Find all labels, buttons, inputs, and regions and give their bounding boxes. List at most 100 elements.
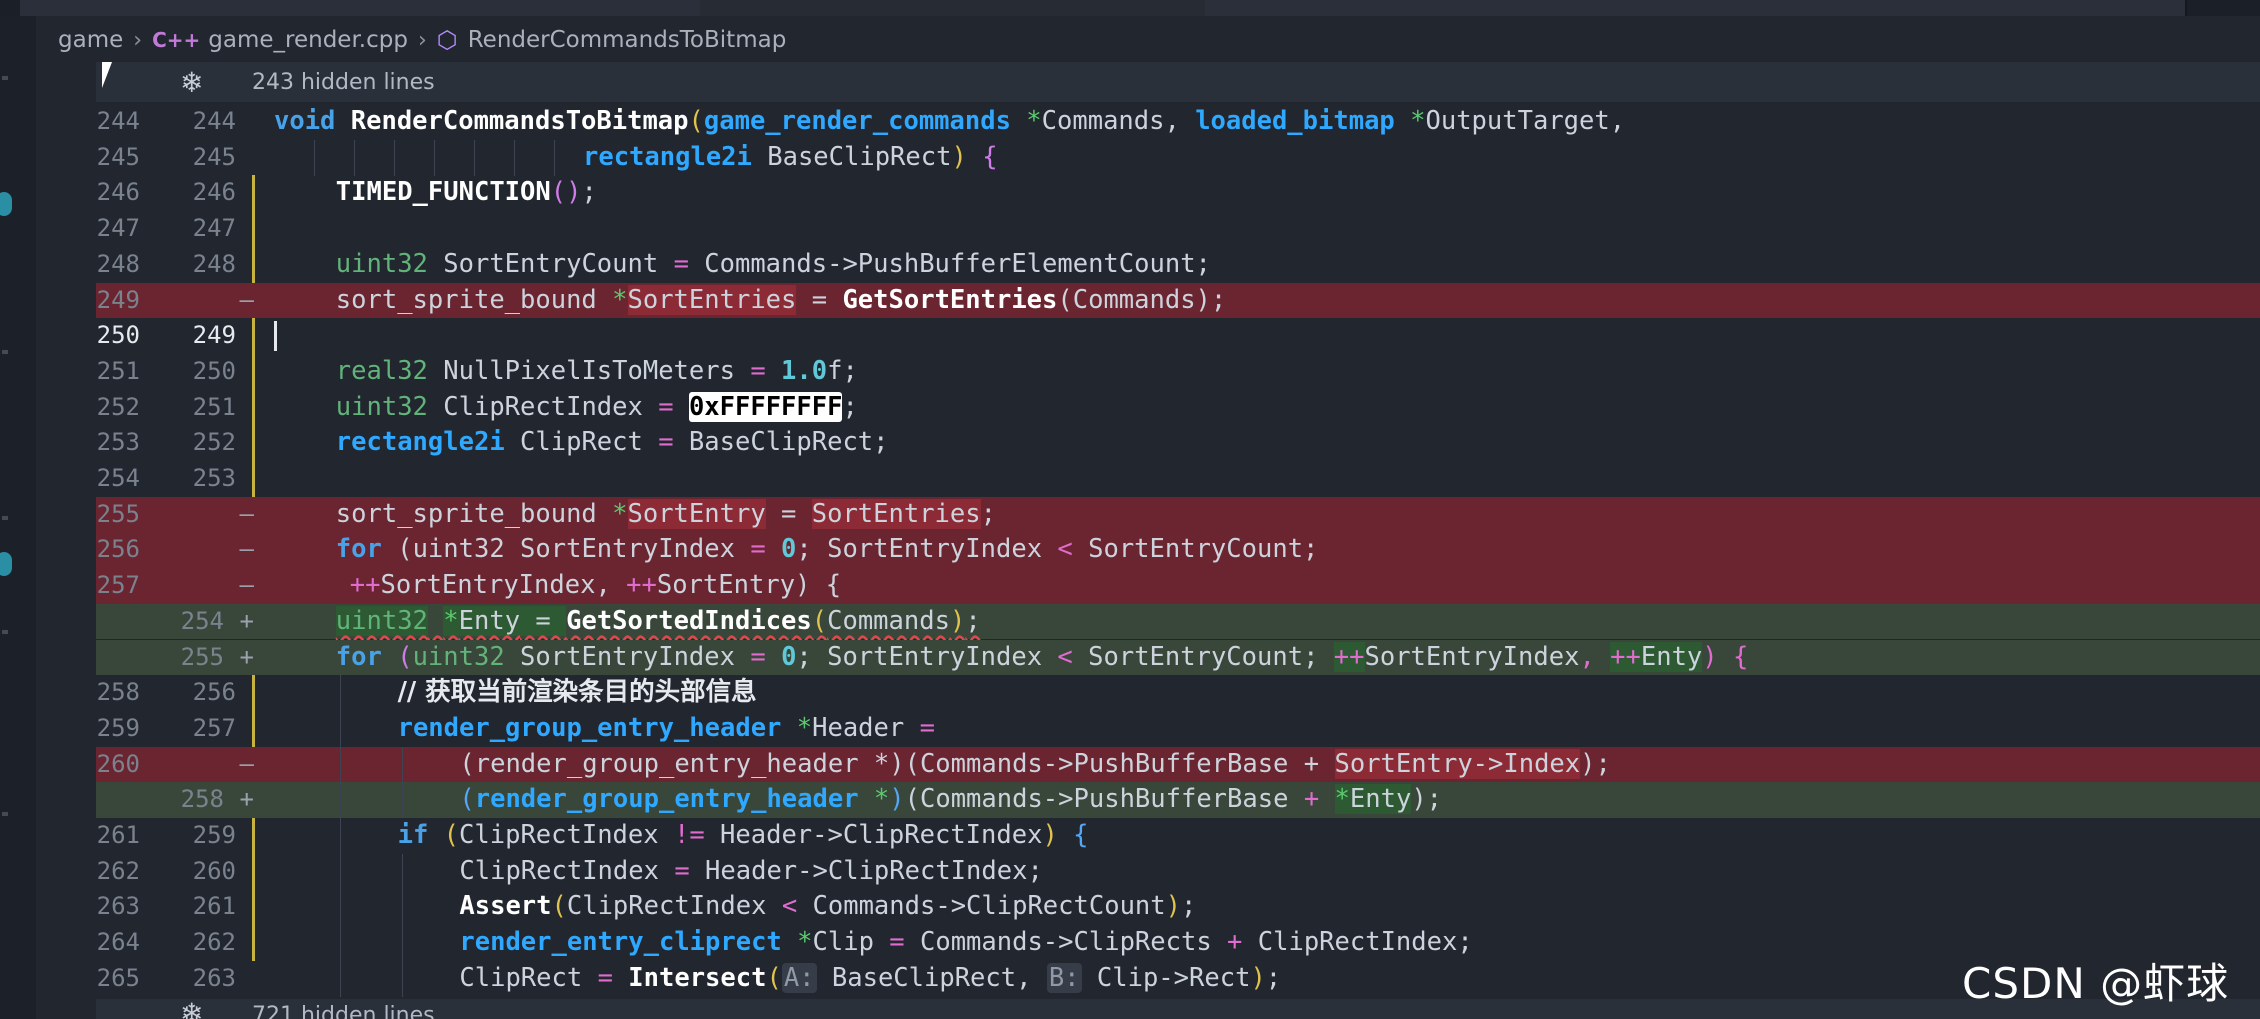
diff-line-added[interactable]: 255 + for (uint32 SortEntryIndex = 0; Sort… [96,639,2260,676]
code-text[interactable]: ++SortEntryIndex, ++SortEntry) { [350,568,841,604]
diff-line-added[interactable]: 258 + (render_group_entry_header *)(Comman… [96,782,2260,819]
new-line-number: 251 [192,392,236,421]
diff-line-deleted[interactable]: 255 — sort_sprite_bound *SortEntry = SortE… [96,496,2260,533]
diff-line[interactable]: 247 247 [96,211,2260,248]
code-text[interactable]: render_group_entry_header *Header = [398,711,935,747]
code-text[interactable]: uint32 ClipRectIndex = 0xFFFFFFFF; [336,390,858,426]
code-text[interactable]: uint32 *Enty = GetSortedIndices(Commands… [335,604,981,640]
new-line-number: 254 [180,606,224,635]
editor-tab[interactable] [1205,0,1532,16]
code-token: render_group_entry_header [474,784,859,815]
hidden-lines-bar-top[interactable]: ❄ 243 hidden lines [96,62,2260,102]
diff-line[interactable]: 259 257 render_group_entry_header *Header … [96,710,2260,747]
code-text[interactable]: (render_group_entry_header *)(Commands->… [459,782,1442,818]
diff-removed-marker: — [239,571,254,600]
code-token: = [597,962,613,993]
breadcrumb-file[interactable]: game_render.cpp [208,27,408,53]
code-text[interactable]: (render_group_entry_header *)(Commands->… [459,747,1611,783]
code-token: Intersect [628,962,767,993]
new-line-number: 259 [192,821,236,849]
diff-line[interactable]: 252 251 uint32 ClipRectIndex = 0xFFFFFFFF; [96,389,2260,426]
new-line-number: 244 [192,107,236,135]
diff-line[interactable]: 263 261 Assert(ClipRectIndex < Commands->C… [96,889,2260,926]
code-token: game_render_commands [703,106,1011,136]
code-text[interactable]: // 获取当前渲染条目的头部信息 [398,675,757,711]
indent-guide [354,139,355,176]
code-text[interactable]: uint32 SortEntryCount = Commands->PushBu… [336,247,1211,283]
diff-line-deleted[interactable]: 260 — (render_group_entry_header *)(Comman… [96,746,2260,783]
activity-badge-icon[interactable] [0,192,12,216]
diff-line[interactable]: 245 245 rectangle2i BaseClipRect) { [96,139,2260,176]
diff-line[interactable]: 253 252 rectangle2i ClipRect = BaseClipRec… [96,425,2260,462]
diff-line[interactable]: 262 260 ClipRectIndex = Header->ClipRectIn… [96,853,2260,890]
code-token: { [982,141,998,172]
old-line-number: 251 [96,356,140,385]
editor-tab[interactable] [1530,0,2012,16]
code-text[interactable]: real32 NullPixelIsToMeters = 1.0f; [336,354,858,390]
code-text[interactable]: for (uint32 SortEntryIndex = 0; SortEntr… [336,640,1748,676]
diff-line[interactable]: 254 253 [96,461,2260,497]
code-token: ; [1181,891,1197,922]
code-text[interactable]: ClipRect = Intersect(A: BaseClipRect, B:… [459,961,1281,997]
editor-tab[interactable] [200,0,702,16]
code-token: SortEntry->Index [1334,748,1581,779]
diff-line[interactable]: 265 263 ClipRect = Intersect(A: BaseClipRe… [96,960,2260,997]
diff-line[interactable]: 261 259 if (ClipRectIndex != Header->ClipR… [96,818,2260,854]
code-text[interactable]: void RenderCommandsToBitmap(game_render_… [274,104,1625,140]
code-token: ++ [349,570,381,601]
code-token: rectangle2i [583,141,752,172]
hidden-lines-label: 243 hidden lines [252,70,435,95]
editor-tab[interactable] [2010,0,2187,16]
editor-tab-active[interactable] [700,0,1207,16]
modified-gutter-bar [252,389,255,426]
diff-line-added[interactable]: 254 + uint32 *Enty = GetSortedIndices(Comm… [96,603,2260,640]
expand-fold-icon[interactable]: ❄ [180,66,203,99]
diff-line[interactable]: 250 249 [96,318,2260,355]
code-text[interactable]: if (ClipRectIndex != Header->ClipRectInd… [398,818,1089,854]
diff-line-deleted[interactable]: 257— ++SortEntryIndex, ++SortEntry) { [96,568,2260,604]
modified-gutter-bar [252,853,255,890]
hidden-lines-bar-bottom[interactable]: ❄ 721 hidden lines [96,997,2260,1019]
code-text[interactable]: sort_sprite_bound *SortEntry = SortEntri… [336,497,996,533]
code-text[interactable]: Assert(ClipRectIndex < Commands->ClipRec… [459,889,1196,925]
diff-editor[interactable]: 244 244 void RenderCommandsToBitmap(game_r… [96,104,2260,1000]
code-text[interactable]: sort_sprite_bound *SortEntries = GetSort… [336,283,1226,319]
activity-badge-icon[interactable] [0,552,12,576]
editor-tab[interactable] [20,0,202,16]
indent-guide [401,782,403,819]
new-line-number: 249 [192,321,236,350]
diff-line[interactable]: 258 256 // 获取当前渲染条目的头部信息 [96,675,2260,712]
breadcrumb-symbol[interactable]: RenderCommandsToBitmap [468,27,787,53]
code-token: ClipRectIndex; [1242,927,1473,958]
diff-line[interactable]: 244 244 void RenderCommandsToBitmap(game_r… [96,104,2260,140]
code-token: A: [781,962,817,993]
diff-line[interactable]: 264 262 render_entry_cliprect *Clip = Comm… [96,925,2260,962]
code-token: uint32 [412,641,505,672]
code-text[interactable]: for (uint32 SortEntryIndex = 0; SortEntr… [336,532,1319,568]
code-text[interactable]: rectangle2i ClipRect = BaseClipRect; [336,425,889,461]
code-text[interactable]: rectangle2i BaseClipRect) { [583,140,998,176]
diff-line-deleted[interactable]: 256 — for (uint32 SortEntryIndex = 0; Sort… [96,532,2260,569]
diff-line[interactable]: 246 246 TIMED_FUNCTION(); [96,175,2260,212]
breadcrumb-folder[interactable]: game [58,27,123,53]
code-token: Enty [458,605,521,636]
old-line-number: 260 [96,749,140,778]
code-token: void [274,106,351,136]
old-line-number: 247 [96,214,140,243]
expand-fold-icon[interactable]: ❄ [180,997,203,1019]
code-text[interactable]: ClipRectIndex = Header->ClipRectIndex; [459,854,1042,890]
code-token: ++ [626,570,657,601]
diff-line[interactable]: 248 248 uint32 SortEntryCount = Commands->… [96,246,2260,283]
code-token: * [1410,106,1426,136]
old-line-number: 264 [96,928,140,957]
code-text[interactable]: render_entry_cliprect *Clip = Commands->… [459,925,1472,961]
diff-line[interactable]: 251 250 real32 NullPixelIsToMeters = 1.0f; [96,353,2260,390]
editor-tab-strip[interactable] [0,0,2260,16]
code-text[interactable]: TIMED_FUNCTION(); [336,175,597,211]
diff-line-deleted[interactable]: 249 — sort_sprite_bound *SortEntries = Get… [96,282,2260,319]
